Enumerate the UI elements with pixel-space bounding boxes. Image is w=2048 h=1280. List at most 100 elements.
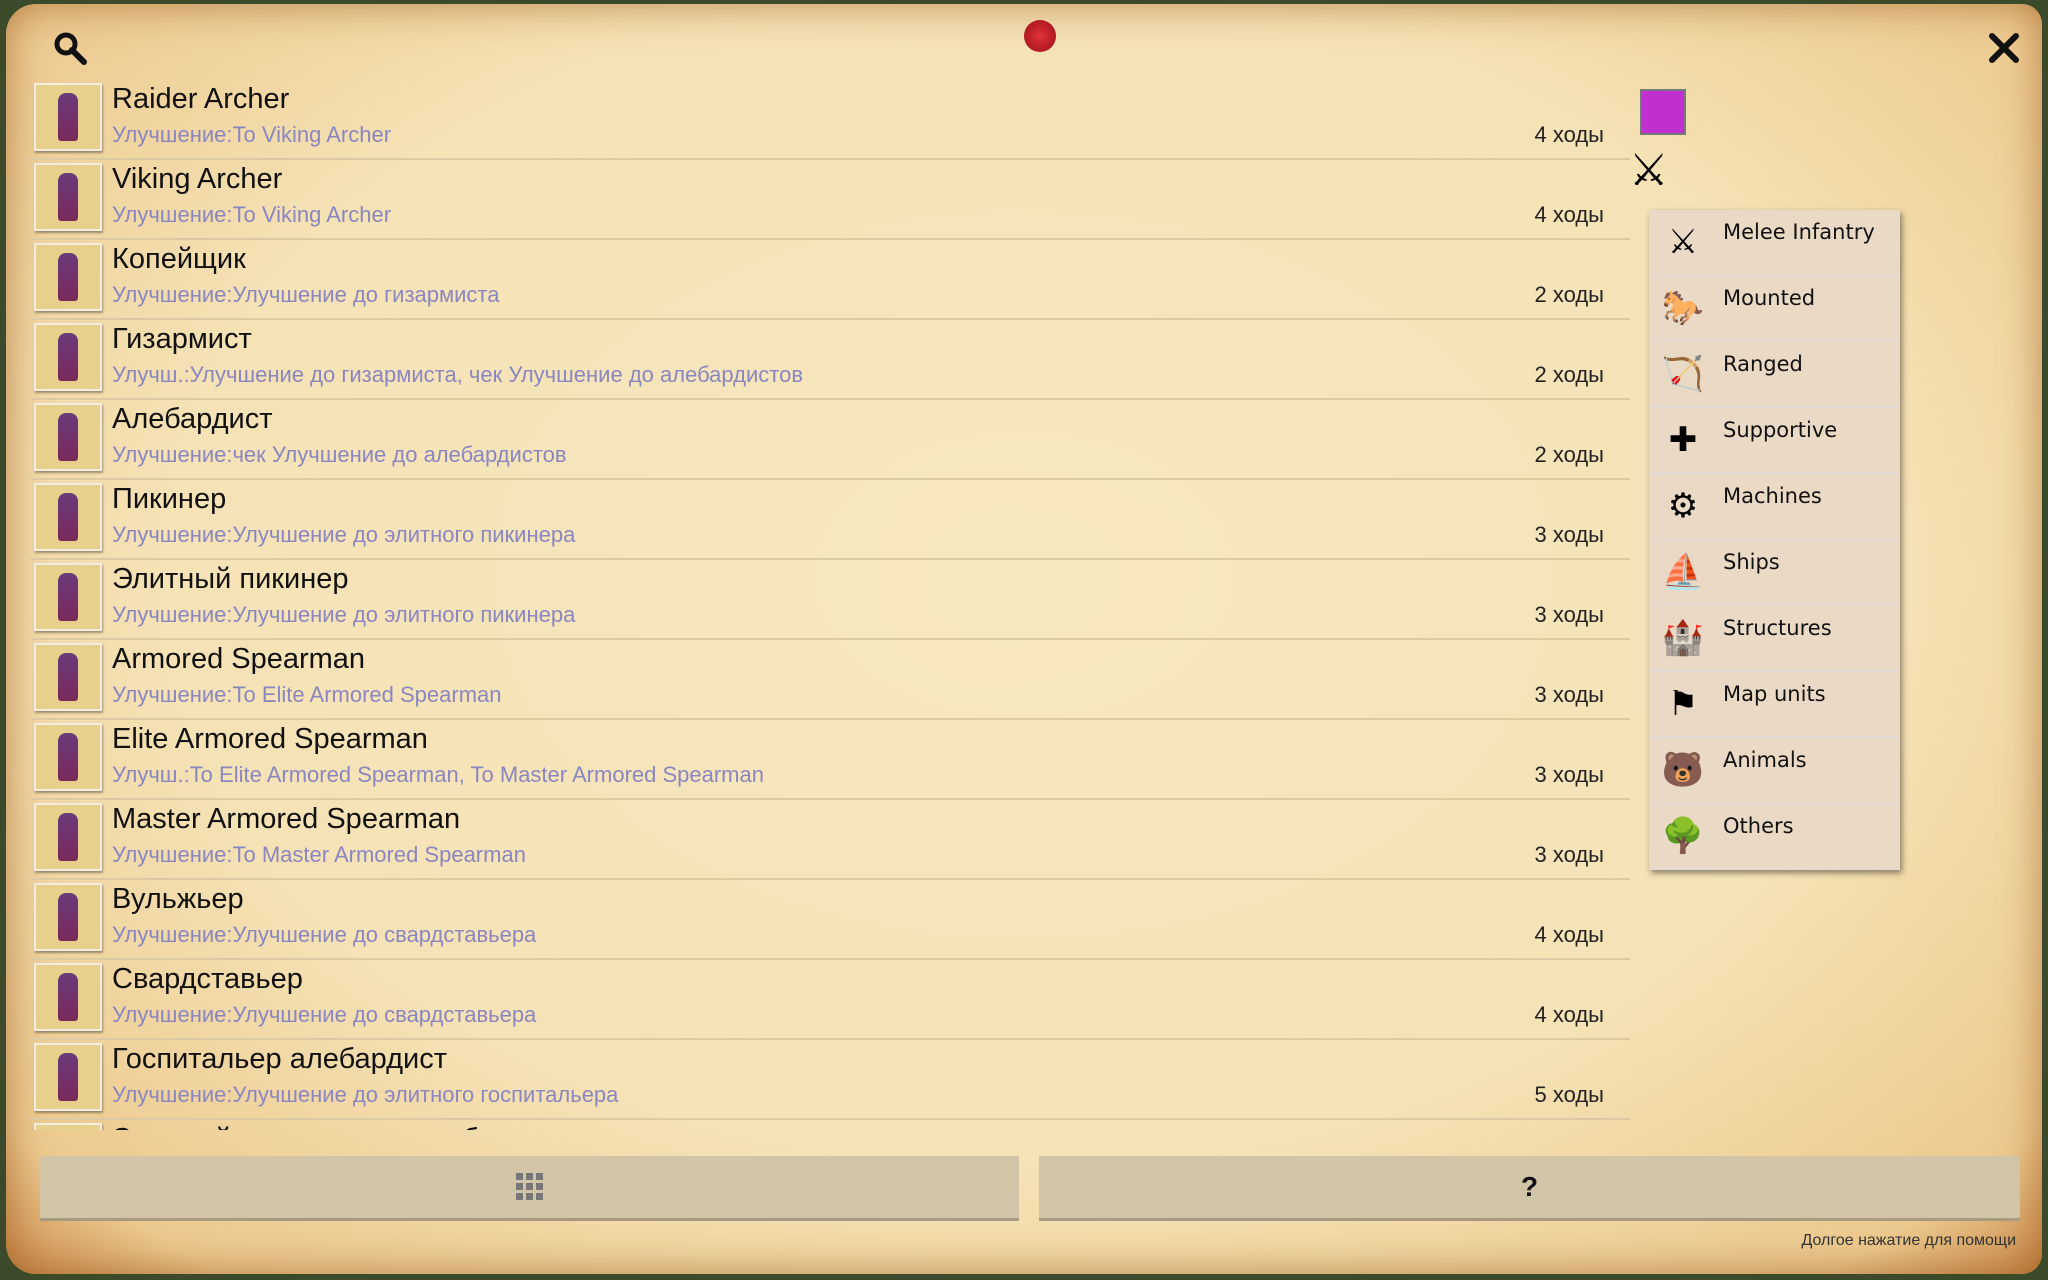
long-press-hint: Долгое нажатие для помощи — [1801, 1232, 2016, 1249]
menu-item-label: Supportive — [1723, 418, 1838, 442]
menu-item-label: Melee Infantry — [1723, 220, 1875, 244]
close-icon[interactable] — [1986, 30, 2022, 66]
unit-turns: 4 ходы — [1534, 202, 1604, 227]
unit-turns: 2 ходы — [1534, 442, 1604, 467]
menu-item-label: Ships — [1723, 550, 1780, 574]
unit-upgrade: Улучшение:Улучшение до элитного пикинера — [112, 602, 576, 627]
category-icon: ⚑ — [1667, 685, 1699, 723]
menu-item-supportive[interactable]: ✚ Supportive — [1649, 408, 1900, 474]
unit-upgrade: Улучшение:чек Улучшение до алебардистов — [112, 442, 567, 467]
search-icon[interactable] — [52, 30, 88, 66]
unit-row[interactable]: Вульжьер Улучшение:Улучшение до свардста… — [30, 880, 1630, 960]
unit-name: Вульжьер — [112, 883, 244, 915]
menu-item-animals[interactable]: 🐻 Animals — [1649, 738, 1900, 804]
unit-turns: 3 ходы — [1534, 762, 1604, 787]
unit-turns: 4 ходы — [1534, 122, 1604, 147]
menu-item-others[interactable]: 🌳 Others — [1649, 804, 1900, 870]
unit-upgrade: Улучшение:Улучшение до элитного госпитал… — [112, 1082, 619, 1107]
unit-upgrade: Улучшение:To Elite Armored Spearman — [112, 682, 502, 707]
category-icon: ⛵ — [1661, 553, 1705, 591]
unit-turns: 4 ходы — [1534, 1002, 1604, 1027]
unit-name: Элитный пикинер — [112, 563, 349, 595]
category-icon: ⚙ — [1667, 487, 1699, 525]
menu-item-ranged[interactable]: 🏹 Ranged — [1649, 342, 1900, 408]
unit-portrait — [34, 643, 102, 711]
unit-row[interactable]: Master Armored Spearman Улучшение:To Mas… — [30, 800, 1630, 880]
unit-turns: 3 ходы — [1534, 602, 1604, 627]
unit-name: Копейщик — [112, 243, 246, 275]
menu-item-mounted[interactable]: 🐎 Mounted — [1649, 276, 1900, 342]
unit-portrait — [34, 323, 102, 391]
menu-item-ships[interactable]: ⛵ Ships — [1649, 540, 1900, 606]
menu-item-label: Structures — [1723, 616, 1832, 640]
unit-portrait — [34, 563, 102, 631]
menu-item-melee-infantry[interactable]: ⚔ Melee Infantry — [1649, 210, 1900, 276]
unit-portrait — [34, 83, 102, 151]
unit-row[interactable]: Элитный пикинер Улучшение:Улучшение до э… — [30, 560, 1630, 640]
unit-turns: 2 ходы — [1534, 362, 1604, 387]
unit-row[interactable]: Raider Archer Улучшение:To Viking Archer… — [30, 80, 1630, 160]
unit-row[interactable]: Госпитальер алебардист Улучшение:Улучшен… — [30, 1040, 1630, 1120]
unit-row[interactable]: Armored Spearman Улучшение:To Elite Armo… — [30, 640, 1630, 720]
unit-name: Алебардист — [112, 403, 273, 435]
unit-portrait — [34, 403, 102, 471]
unit-name: Гизармист — [112, 323, 252, 355]
unit-portrait — [34, 803, 102, 871]
unit-row[interactable]: Свардставьер Улучшение:Улучшение до свар… — [30, 960, 1630, 1040]
unit-turns: 3 ходы — [1534, 682, 1604, 707]
unit-name: Пикинер — [112, 483, 227, 515]
unit-portrait — [34, 1043, 102, 1111]
unit-name: Госпитальер алебардист — [112, 1043, 448, 1075]
unit-row[interactable]: Пикинер Улучшение:Улучшение до элитного … — [30, 480, 1630, 560]
unit-turns: 3 ходы — [1534, 842, 1604, 867]
unit-upgrade: Улучшение:Улучшение до элитного пикинера — [112, 522, 576, 547]
category-dropdown-menu[interactable]: ⚔ Melee Infantry 🐎 Mounted 🏹 Ranged ✚ Supportiv… — [1649, 210, 1900, 870]
menu-item-structures[interactable]: 🏰 Structures — [1649, 606, 1900, 672]
unit-portrait — [34, 483, 102, 551]
unit-name: Elite Armored Spearman — [112, 723, 428, 755]
unit-turns: 3 ходы — [1534, 522, 1604, 547]
unit-upgrade: Улучшение:Улучшение до свардставьера — [112, 1002, 537, 1027]
unit-row[interactable]: Элитный госпитальер алебардист — [30, 1120, 1630, 1130]
wax-seal-icon — [1024, 20, 1056, 52]
menu-item-label: Others — [1723, 814, 1794, 838]
menu-item-label: Machines — [1723, 484, 1822, 508]
unit-name: Master Armored Spearman — [112, 803, 461, 835]
unit-row[interactable]: Копейщик Улучшение:Улучшение до гизармис… — [30, 240, 1630, 320]
unit-name: Raider Archer — [112, 83, 290, 115]
unit-portrait — [34, 1123, 102, 1130]
category-icon: 🐻 — [1661, 751, 1705, 789]
category-icon: 🐎 — [1661, 289, 1705, 327]
unit-upgrade: Улучш.:To Elite Armored Spearman, To Mas… — [112, 762, 764, 787]
category-icon: ✚ — [1668, 421, 1698, 459]
unit-row[interactable]: Viking Archer Улучшение:To Viking Archer… — [30, 160, 1630, 240]
unit-portrait — [34, 723, 102, 791]
parchment-panel: Raider Archer Улучшение:To Viking Archer… — [6, 4, 2042, 1274]
unit-portrait — [34, 963, 102, 1031]
unit-list[interactable]: Raider Archer Улучшение:To Viking Archer… — [30, 80, 1630, 1130]
category-icon: 🏹 — [1661, 355, 1705, 393]
menu-item-label: Mounted — [1723, 286, 1816, 310]
grid-icon — [515, 1173, 543, 1200]
unit-portrait — [34, 243, 102, 311]
unit-row[interactable]: Elite Armored Spearman Улучш.:To Elite A… — [30, 720, 1630, 800]
unit-upgrade: Улучшение:To Master Armored Spearman — [112, 842, 526, 867]
menu-item-machines[interactable]: ⚙ Machines — [1649, 474, 1900, 540]
unit-row[interactable]: Алебардист Улучшение:чек Улучшение до ал… — [30, 400, 1630, 480]
menu-item-map-units[interactable]: ⚑ Map units — [1649, 672, 1900, 738]
unit-upgrade: Улучшение:To Viking Archer — [112, 202, 392, 227]
help-button[interactable]: ? — [1039, 1156, 2020, 1221]
unit-row[interactable]: Гизармист Улучш.:Улучшение до гизармиста… — [30, 320, 1630, 400]
player-color-swatch[interactable] — [1640, 89, 1686, 135]
unit-portrait — [34, 163, 102, 231]
grid-view-button[interactable] — [40, 1156, 1019, 1221]
unit-upgrade: Улучш.:Улучшение до гизармиста, чек Улуч… — [112, 362, 804, 387]
category-selector-melee-infantry-icon[interactable]: ⚔ — [1629, 145, 1695, 209]
unit-portrait — [34, 883, 102, 951]
category-icon: 🏰 — [1661, 619, 1705, 657]
unit-turns: 4 ходы — [1534, 922, 1604, 947]
unit-upgrade: Улучшение:To Viking Archer — [112, 122, 392, 147]
menu-item-label: Map units — [1723, 682, 1826, 706]
unit-name: Armored Spearman — [112, 643, 366, 675]
unit-turns: 5 ходы — [1534, 1082, 1604, 1107]
